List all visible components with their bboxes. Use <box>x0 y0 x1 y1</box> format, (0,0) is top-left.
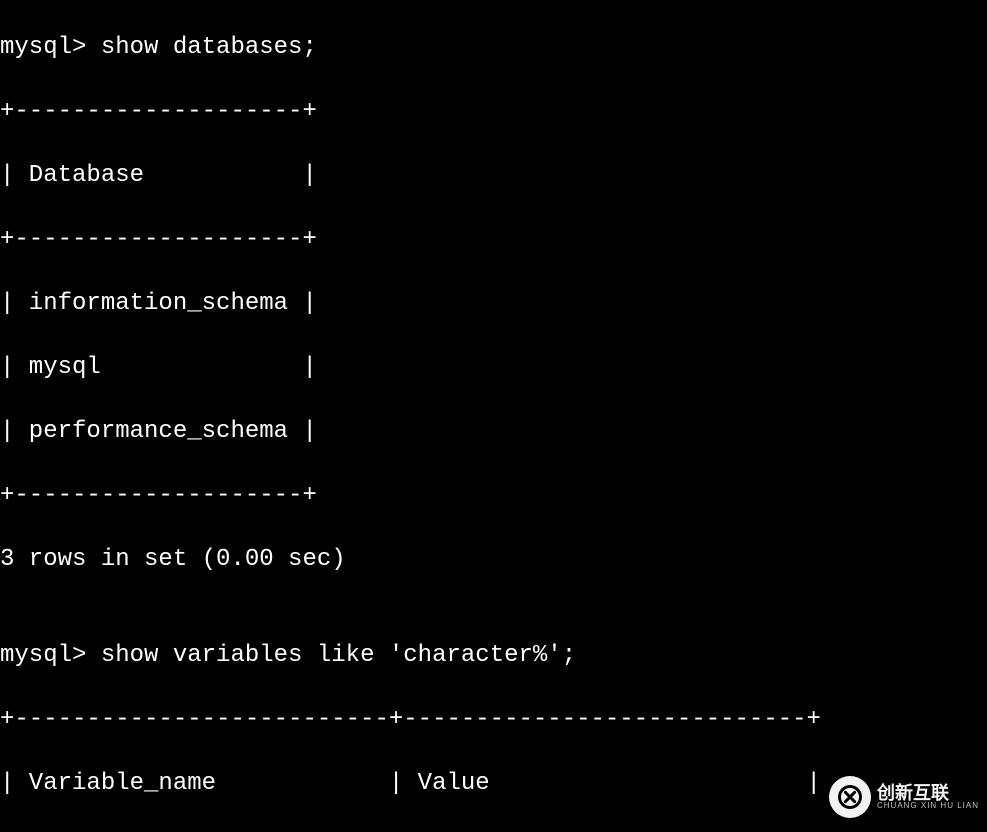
table-border: +--------------------------+------------… <box>0 704 987 736</box>
command-text: show variables like 'character%'; <box>101 642 576 669</box>
mysql-prompt: mysql> <box>0 642 101 669</box>
command-text: show databases; <box>101 34 317 61</box>
command-line-1[interactable]: mysql> show databases; <box>0 32 987 64</box>
table-row: | information_schema | <box>0 288 987 320</box>
table-border: +--------------------+ <box>0 224 987 256</box>
watermark: 创新互联 CHUANG XIN HU LIAN <box>829 776 979 818</box>
terminal-output: mysql> show databases; +----------------… <box>0 0 987 832</box>
table-border: +--------------------+ <box>0 96 987 128</box>
watermark-text: 创新互联 CHUANG XIN HU LIAN <box>877 784 979 810</box>
result-summary: 3 rows in set (0.00 sec) <box>0 544 987 576</box>
table-header: | Database | <box>0 160 987 192</box>
table-border: +--------------------+ <box>0 480 987 512</box>
watermark-logo-icon <box>829 776 871 818</box>
watermark-label-cn: 创新互联 <box>877 784 979 802</box>
command-line-2[interactable]: mysql> show variables like 'character%'; <box>0 640 987 672</box>
table-row: | mysql | <box>0 352 987 384</box>
watermark-label-en: CHUANG XIN HU LIAN <box>877 802 979 810</box>
mysql-prompt: mysql> <box>0 34 101 61</box>
table-row: | performance_schema | <box>0 416 987 448</box>
